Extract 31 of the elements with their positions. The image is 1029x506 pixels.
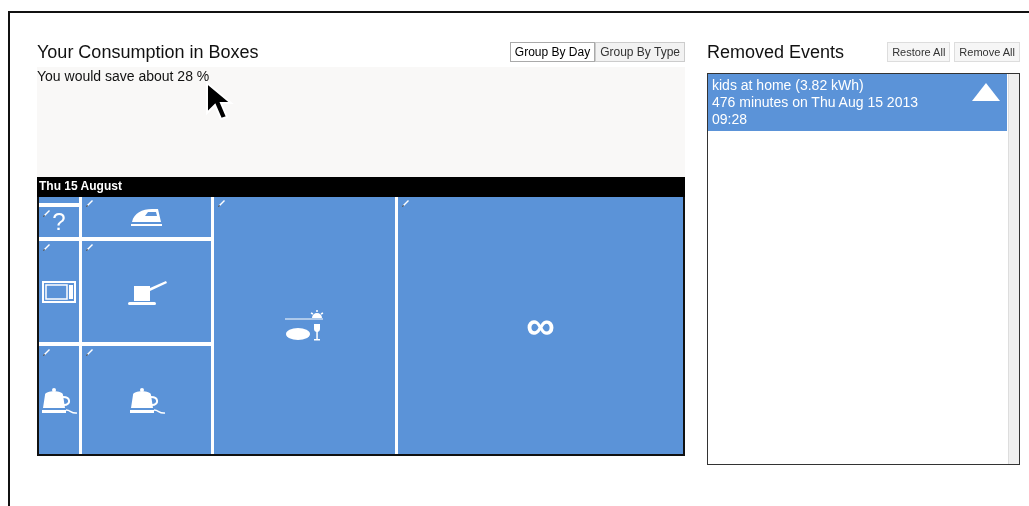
pencil-icon[interactable] <box>85 199 94 208</box>
triangle-up-icon[interactable] <box>971 82 1001 102</box>
day-header: Thu 15 August <box>37 177 685 197</box>
event-text: kids at home (3.82 kWh) <box>712 77 865 94</box>
consumption-box[interactable] <box>39 346 79 454</box>
kettle-icon <box>39 385 79 415</box>
consumption-box[interactable] <box>82 197 212 237</box>
pencil-icon[interactable] <box>42 348 51 357</box>
event-text: 476 minutes on Thu Aug 15 2013 <box>712 94 918 111</box>
pencil-icon[interactable] <box>42 243 51 252</box>
action-button[interactable]: Restore All <box>887 42 951 62</box>
pencil-icon[interactable] <box>85 243 94 252</box>
consumption-box[interactable] <box>82 346 212 454</box>
group-button[interactable]: Group By Type <box>595 42 685 62</box>
group-button[interactable]: Group By Day <box>509 42 596 62</box>
unknown-label: ? <box>52 208 66 236</box>
microwave-icon <box>42 280 76 303</box>
pencil-icon[interactable] <box>85 348 94 357</box>
event-text: 09:28 <box>712 111 749 128</box>
section-title: Removed Events <box>707 41 845 63</box>
scrollbar[interactable] <box>1008 74 1019 464</box>
action-button[interactable]: Remove All <box>954 42 1020 62</box>
pencil-icon[interactable] <box>42 209 51 218</box>
consumption-box[interactable] <box>82 241 212 342</box>
section-title: Your Consumption in Boxes <box>37 41 259 63</box>
iron-icon <box>129 207 164 227</box>
infinity-label: ∞ <box>526 303 555 348</box>
pencil-icon[interactable] <box>217 199 227 208</box>
pencil-icon[interactable] <box>400 199 410 208</box>
savings-text: You would save about 28 % <box>37 68 210 84</box>
consumption-box[interactable] <box>39 241 79 342</box>
